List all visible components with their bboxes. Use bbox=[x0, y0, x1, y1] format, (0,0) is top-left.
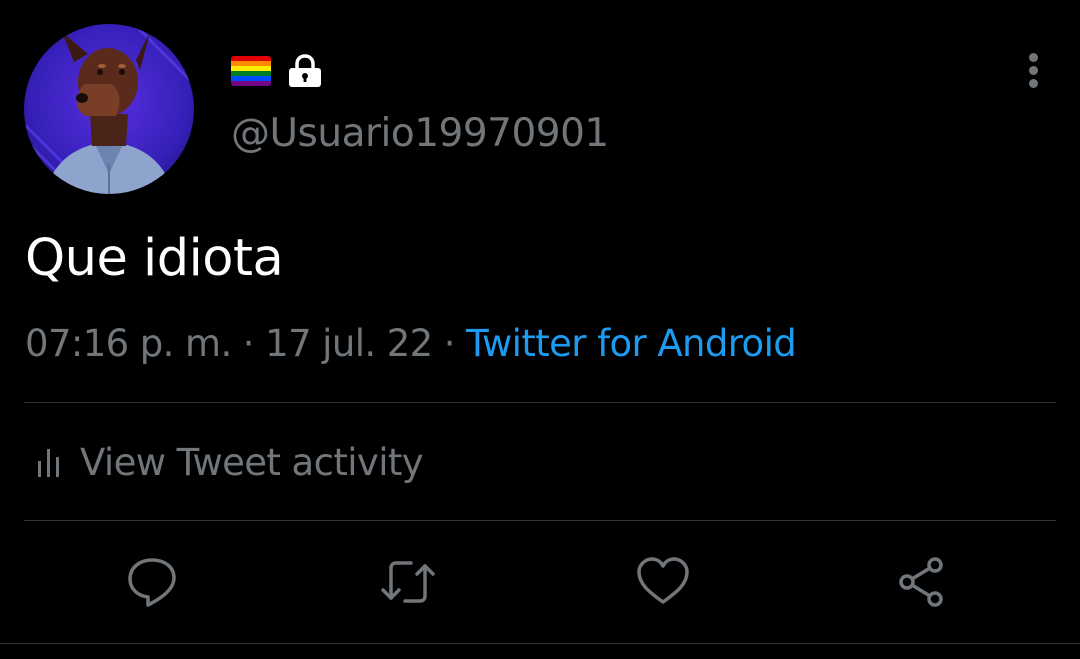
meta-separator: · bbox=[242, 322, 255, 365]
retweet-button[interactable] bbox=[380, 554, 436, 610]
reply-button[interactable] bbox=[124, 554, 180, 610]
user-handle[interactable]: @Usuario19970901 bbox=[231, 110, 609, 158]
reply-icon bbox=[128, 558, 176, 607]
divider bbox=[24, 402, 1056, 403]
tweet-time: 07:16 p. m. bbox=[25, 322, 232, 365]
share-button[interactable] bbox=[894, 554, 950, 610]
lock-icon bbox=[287, 54, 323, 88]
like-button[interactable] bbox=[635, 554, 691, 610]
more-options-icon[interactable] bbox=[1018, 50, 1050, 90]
view-tweet-activity-label: View Tweet activity bbox=[80, 440, 424, 484]
tweet-metadata: 07:16 p. m. · 17 jul. 22 · Twitter for A… bbox=[25, 320, 797, 368]
bar-chart-icon bbox=[38, 449, 59, 477]
retweet-icon bbox=[381, 561, 435, 603]
view-tweet-activity-button[interactable]: View Tweet activity bbox=[36, 438, 424, 486]
avatar[interactable] bbox=[24, 24, 194, 194]
tweet-source-link[interactable]: Twitter for Android bbox=[466, 322, 797, 365]
divider bbox=[0, 643, 1080, 644]
tweet-text: Que idiota bbox=[25, 229, 284, 288]
tweet-detail: @Usuario19970901 Que idiota 07:16 p. m. … bbox=[0, 0, 1080, 659]
doberman-avatar-image bbox=[24, 24, 194, 194]
rainbow-flag-icon bbox=[231, 56, 271, 86]
share-icon bbox=[899, 557, 943, 607]
tweet-date: 17 jul. 22 bbox=[265, 322, 433, 365]
heart-icon bbox=[637, 557, 689, 604]
meta-separator: · bbox=[443, 322, 456, 365]
divider bbox=[24, 520, 1056, 521]
display-name-badges bbox=[231, 54, 323, 88]
